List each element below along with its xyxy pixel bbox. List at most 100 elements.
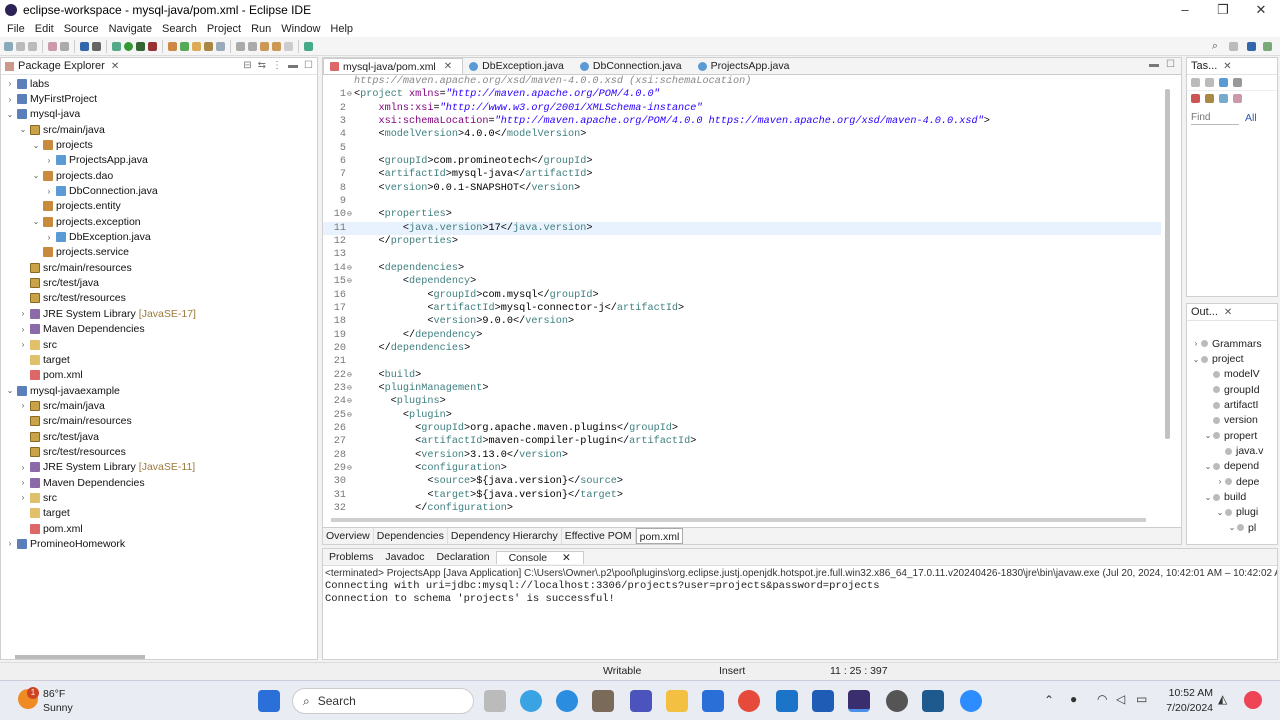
chevron-icon[interactable]: ⌄ — [1191, 355, 1201, 364]
collapsed-chevron-icon[interactable]: › — [5, 95, 15, 104]
new-icon[interactable] — [4, 41, 13, 51]
pom-tab-effective-pom[interactable]: Effective POM — [562, 528, 636, 544]
tree-item[interactable]: › DbException.java — [1, 229, 317, 244]
collapsed-chevron-icon[interactable]: › — [44, 233, 54, 242]
minimize-view-icon[interactable]: ▬ — [288, 60, 298, 71]
code-line[interactable]: 9 — [323, 195, 1161, 208]
code-line[interactable]: 4 <modelVersion>4.0.0</modelVersion> — [323, 128, 1161, 141]
new-java-project-icon[interactable] — [168, 41, 177, 51]
tree-item[interactable]: pom.xml — [1, 368, 317, 383]
tab-projectsapp[interactable]: ProjectsApp.java — [692, 58, 800, 74]
code-line[interactable]: 7 <artifactId>mysql-java</artifactId> — [323, 168, 1161, 181]
chevron-icon[interactable]: › — [1215, 477, 1225, 486]
pom-tab-dependency-hierarchy[interactable]: Dependency Hierarchy — [448, 528, 562, 544]
file-explorer-icon[interactable] — [666, 690, 688, 712]
code-line[interactable]: 24 ⊖ <plugins> — [323, 395, 1161, 408]
tree-item[interactable]: › DbConnection.java — [1, 183, 317, 198]
tree-item[interactable]: target — [1, 506, 317, 521]
collapse-icon[interactable] — [1233, 78, 1242, 87]
collapsed-chevron-icon[interactable]: › — [18, 463, 28, 472]
code-line[interactable]: 19 </dependency> — [323, 329, 1161, 342]
menu-help[interactable]: Help — [325, 23, 358, 35]
coverage-icon[interactable] — [136, 41, 145, 51]
tab-javadoc[interactable]: Javadoc — [379, 551, 430, 563]
tree-item[interactable]: › src/main/java — [1, 398, 317, 413]
outline-item[interactable]: ⌄ pl — [1187, 520, 1277, 535]
collapsed-chevron-icon[interactable]: › — [44, 187, 54, 196]
link-editor-icon[interactable]: ⇆ — [258, 60, 266, 71]
code-line[interactable]: 6 <groupId>com.promineotech</groupId> — [323, 155, 1161, 168]
volume-icon[interactable]: ◁ — [1116, 692, 1125, 706]
outline-title[interactable]: Out... — [1191, 306, 1218, 318]
minimize-editor-icon[interactable]: ▬ — [1149, 59, 1159, 70]
code-line[interactable]: 26 <groupId>org.apache.maven.plugins</gr… — [323, 422, 1161, 435]
tree-item[interactable]: › ProjectsApp.java — [1, 153, 317, 168]
outline-item[interactable]: version — [1187, 413, 1277, 428]
maximize-button[interactable]: ❐ — [1204, 0, 1242, 20]
code-line[interactable]: 25 ⊖ <plugin> — [323, 409, 1161, 422]
tree-item[interactable]: › src — [1, 490, 317, 505]
menu-window[interactable]: Window — [276, 23, 325, 35]
maximize-editor-icon[interactable]: ☐ — [1166, 59, 1175, 70]
view-menu-icon[interactable]: ⋮ — [272, 60, 282, 71]
outline-item[interactable]: java.v — [1187, 443, 1277, 458]
chevron-icon[interactable]: › — [1191, 339, 1201, 348]
store-icon[interactable] — [592, 690, 614, 712]
copilot-icon[interactable] — [520, 690, 542, 712]
new-task-icon[interactable] — [1191, 78, 1200, 87]
minimize-button[interactable]: – — [1166, 0, 1204, 20]
chevron-icon[interactable]: ⌄ — [1203, 431, 1213, 440]
tree-item[interactable]: › JRE System Library [JavaSE-11] — [1, 460, 317, 475]
expanded-chevron-icon[interactable]: ⌄ — [31, 171, 41, 180]
tab-console[interactable]: Console ✕ — [495, 550, 584, 564]
code-line[interactable]: 23 ⊖ <pluginManagement> — [323, 382, 1161, 395]
collapsed-chevron-icon[interactable]: › — [5, 79, 15, 88]
tab-dbconnection[interactable]: DbConnection.java — [574, 58, 692, 74]
collapsed-chevron-icon[interactable]: › — [18, 309, 28, 318]
tray-chevron-icon[interactable]: ⌃ — [1044, 693, 1054, 707]
chevron-icon[interactable]: ⌄ — [1203, 462, 1213, 471]
copilot-tray-icon[interactable] — [1244, 691, 1262, 709]
save-all-icon[interactable] — [28, 41, 37, 51]
weather-temp[interactable]: 86°F — [43, 688, 65, 700]
expanded-chevron-icon[interactable]: ⌄ — [5, 110, 15, 119]
task-group-icon[interactable] — [1205, 94, 1214, 103]
edge-icon[interactable] — [556, 690, 578, 712]
expanded-chevron-icon[interactable]: ⌄ — [31, 217, 41, 226]
microphone-icon[interactable]: ● — [1070, 692, 1077, 706]
menu-run[interactable]: Run — [246, 23, 276, 35]
pom-tab-dependencies[interactable]: Dependencies — [374, 528, 448, 544]
close-tab-icon[interactable]: ✕ — [444, 59, 452, 75]
chevron-icon[interactable]: ⌄ — [1215, 508, 1225, 517]
collapsed-chevron-icon[interactable]: › — [18, 478, 28, 487]
collapsed-chevron-icon[interactable]: › — [5, 539, 15, 548]
tab-declaration[interactable]: Declaration — [430, 551, 495, 563]
code-line[interactable]: 12 </properties> — [323, 235, 1161, 248]
code-line[interactable]: 1 ⊖ <project xmlns="http://maven.apache.or… — [323, 88, 1161, 101]
outline-item[interactable]: groupId — [1187, 382, 1277, 397]
tree-item[interactable]: ⌄ projects.exception — [1, 214, 317, 229]
code-area[interactable]: https://maven.apache.org/xsd/maven-4.0.0… — [323, 75, 1161, 514]
tree-item[interactable]: › PromineoHomework — [1, 536, 317, 551]
outline-item[interactable]: ⌄ project — [1187, 351, 1277, 366]
tree-item[interactable]: › labs — [1, 76, 317, 91]
collapsed-chevron-icon[interactable]: › — [18, 325, 28, 334]
focus-icon[interactable] — [1219, 94, 1228, 103]
github-icon[interactable] — [886, 690, 908, 712]
annotation-next-icon[interactable] — [236, 41, 245, 51]
chrome-icon[interactable] — [738, 690, 760, 712]
collapsed-chevron-icon[interactable]: › — [18, 401, 28, 410]
expanded-chevron-icon[interactable]: ⌄ — [5, 386, 15, 395]
explorer-hscrollbar[interactable] — [15, 655, 145, 659]
debug-icon[interactable] — [112, 41, 121, 51]
tree-item[interactable]: src/test/resources — [1, 291, 317, 306]
tree-item[interactable]: › Maven Dependencies — [1, 475, 317, 490]
code-line[interactable]: 16 <groupId>com.mysql</groupId> — [323, 289, 1161, 302]
back-icon[interactable] — [272, 41, 281, 51]
package-explorer-title[interactable]: Package Explorer — [18, 60, 105, 72]
tree-item[interactable]: › MyFirstProject — [1, 91, 317, 106]
collapsed-chevron-icon[interactable]: › — [44, 156, 54, 165]
code-line[interactable]: 8 <version>0.0.1-SNAPSHOT</version> — [323, 182, 1161, 195]
outline-item[interactable]: › depe — [1187, 474, 1277, 489]
notification-bell-icon[interactable]: ◭ — [1218, 692, 1227, 706]
